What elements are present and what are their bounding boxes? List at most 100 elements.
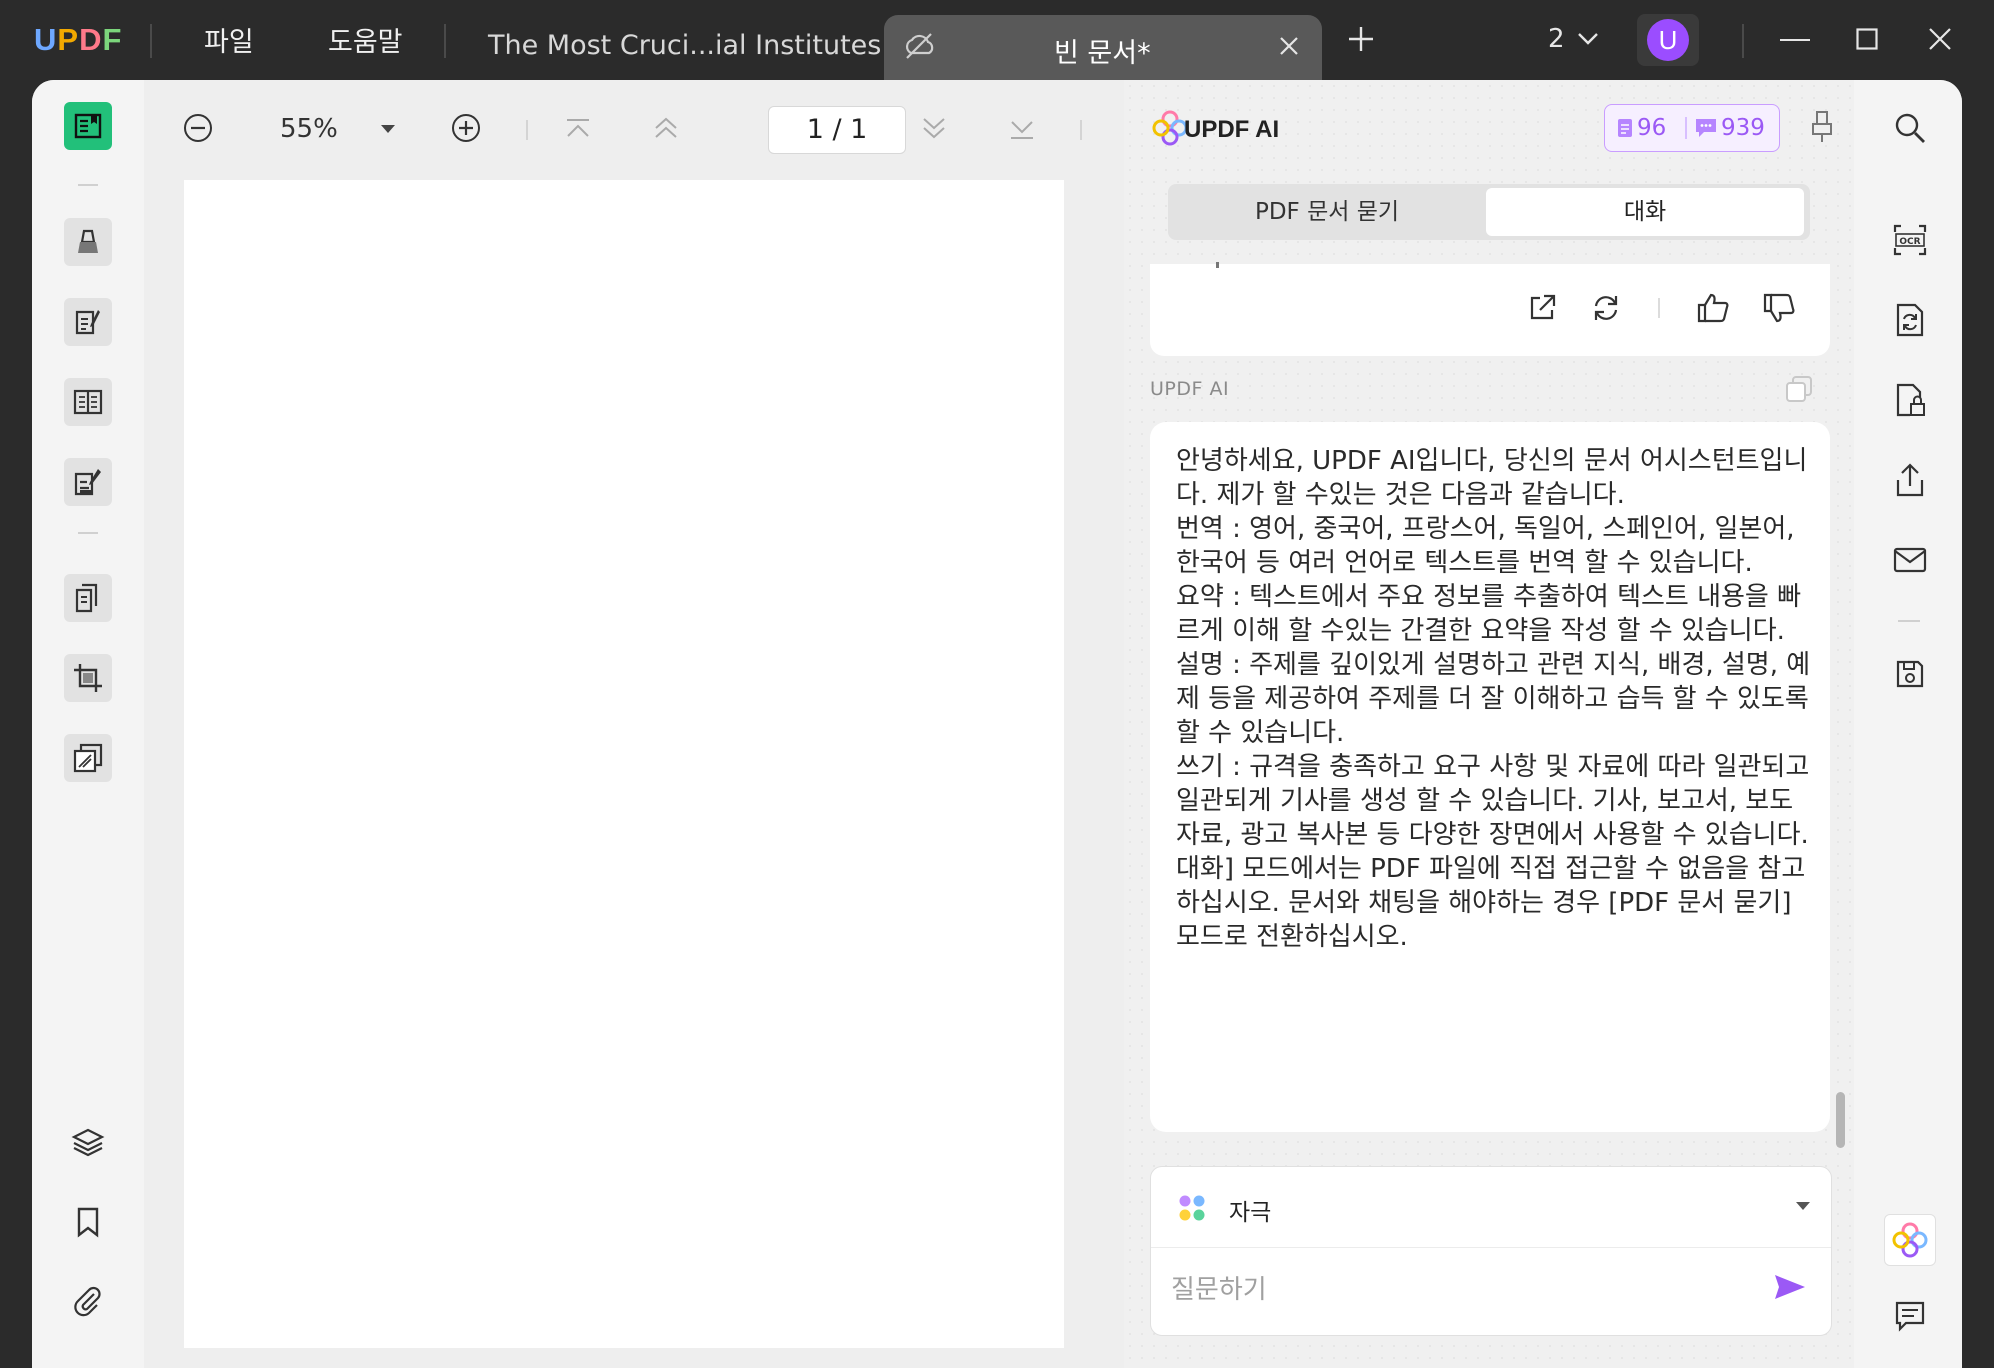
edit-pdf-button[interactable] xyxy=(64,298,112,346)
toolbar-divider xyxy=(78,184,98,186)
message-author: UPDF AI xyxy=(1150,378,1230,400)
view-toolbar: 55% 1 / 1 xyxy=(144,80,1124,180)
chat-input-card: 자극 xyxy=(1150,1166,1832,1336)
chat-credit-icon xyxy=(1695,118,1717,138)
message-paragraph: 요약 : 텍스트에서 주요 정보를 추출하여 텍스트 내용을 빠르게 이해 할 … xyxy=(1176,582,1802,646)
toolbar-divider xyxy=(1898,620,1920,622)
watermark-button[interactable] xyxy=(64,734,112,782)
message-paragraph: 설명 : 주제를 깊이있게 설명하고 관련 지식, 배경, 설명, 예제 등을 … xyxy=(1176,650,1811,748)
ai-panel-title: UPDF AI xyxy=(1184,116,1280,143)
avatar: U xyxy=(1647,19,1689,61)
main-window: 55% 1 / 1 UPDF AI 96 939 PDF 문서 묻기 대화 UP… xyxy=(32,80,1962,1368)
first-page-icon[interactable] xyxy=(564,118,592,140)
share-button[interactable] xyxy=(1890,460,1930,500)
regenerate-icon[interactable] xyxy=(1590,292,1622,324)
comments-list-icon xyxy=(1894,1300,1926,1332)
tab-chat[interactable]: 대화 xyxy=(1486,188,1804,236)
new-tab-icon[interactable] xyxy=(1346,24,1376,54)
save-button[interactable] xyxy=(1890,654,1930,694)
layers-icon xyxy=(71,1125,105,1159)
chevron-down-icon xyxy=(1577,32,1599,46)
question-input[interactable] xyxy=(1169,1269,1733,1311)
zoom-level[interactable]: 55% xyxy=(280,114,338,144)
watermark-icon xyxy=(72,742,104,774)
reader-icon xyxy=(73,111,103,141)
email-button[interactable] xyxy=(1890,540,1930,580)
menu-help[interactable]: 도움말 xyxy=(328,20,403,59)
email-icon xyxy=(1893,546,1927,574)
title-divider xyxy=(150,24,152,58)
crop-button[interactable] xyxy=(64,654,112,702)
cursor-fragment xyxy=(1216,262,1219,268)
save-icon xyxy=(1894,658,1926,690)
comments-list-button[interactable] xyxy=(1890,1296,1930,1336)
feedback-divider xyxy=(1658,298,1660,318)
page-layout-button[interactable] xyxy=(64,378,112,426)
message-paragraph: 안녕하세요, UPDF AI입니다, 당신의 문서 어시스턴트입니다. 제가 할… xyxy=(1176,446,1808,510)
share-icon xyxy=(1894,462,1926,498)
app-logo: UPDF xyxy=(34,22,123,57)
right-toolbar: OCR xyxy=(1854,80,1962,1368)
chat-scrollbar[interactable] xyxy=(1836,1092,1845,1148)
send-icon[interactable] xyxy=(1773,1273,1807,1301)
message-paragraph: 번역 : 영어, 중국어, 프랑스어, 독일어, 스페인어, 일본어, 한국어 … xyxy=(1176,514,1795,578)
updf-ai-button[interactable] xyxy=(1884,1214,1936,1266)
edit-pdf-icon xyxy=(72,306,104,338)
comment-button[interactable] xyxy=(64,218,112,266)
menu-file[interactable]: 파일 xyxy=(204,20,254,59)
zoom-out-icon[interactable] xyxy=(182,112,214,144)
next-page-icon[interactable] xyxy=(920,116,948,140)
last-page-icon[interactable] xyxy=(1008,118,1036,140)
message-paragraph: 대화] 모드에서는 PDF 파일에 직접 접근할 수 없음을 참고하십시오. 문… xyxy=(1176,854,1806,952)
page-layout-icon xyxy=(72,386,104,418)
thumbs-up-icon[interactable] xyxy=(1696,292,1730,324)
protect-button[interactable] xyxy=(1890,380,1930,420)
prompt-selector[interactable]: 자극 xyxy=(1151,1167,1831,1248)
share-response-icon[interactable] xyxy=(1526,292,1558,324)
organize-pages-button[interactable] xyxy=(64,574,112,622)
zoom-dropdown-icon[interactable] xyxy=(380,124,396,134)
page-number-input[interactable]: 1 / 1 xyxy=(768,106,906,154)
close-tab-icon[interactable] xyxy=(1278,35,1300,57)
pdf-page[interactable] xyxy=(184,180,1064,1348)
pin-icon[interactable] xyxy=(1810,110,1834,144)
bookmark-icon xyxy=(75,1206,101,1238)
layers-button[interactable] xyxy=(66,1120,110,1164)
user-avatar-button[interactable]: U xyxy=(1637,14,1699,66)
reader-button[interactable] xyxy=(64,102,112,150)
convert-icon xyxy=(1894,302,1926,338)
ai-mode-tabs: PDF 문서 묻기 대화 xyxy=(1168,184,1810,240)
thumbs-down-icon[interactable] xyxy=(1762,292,1796,324)
form-button[interactable] xyxy=(64,458,112,506)
bookmark-button[interactable] xyxy=(66,1200,110,1244)
tab-label: 빈 문서* xyxy=(1054,38,1151,69)
ocr-button[interactable]: OCR xyxy=(1890,220,1930,260)
message-paragraph: 쓰기 : 규격을 충족하고 요구 사항 및 자료에 따라 일관되고 일관되게 기… xyxy=(1176,752,1810,850)
unsynced-cloud-icon xyxy=(902,31,936,61)
title-bar: UPDF 파일 도움말 The Most Cruci...ial Institu… xyxy=(0,0,1994,80)
title-divider xyxy=(1742,24,1744,58)
maximize-icon[interactable] xyxy=(1856,28,1878,50)
convert-button[interactable] xyxy=(1890,300,1930,340)
tab-ask-pdf[interactable]: PDF 문서 묻기 xyxy=(1172,188,1482,236)
window-count: 2 xyxy=(1548,24,1565,54)
copy-icon[interactable] xyxy=(1784,374,1814,404)
previous-message-card xyxy=(1150,262,1830,356)
updf-ai-logo-icon xyxy=(1152,110,1188,146)
window-switcher[interactable]: 2 xyxy=(1548,24,1599,54)
prompt-dots-icon xyxy=(1177,1193,1207,1223)
tab-blank-document[interactable]: 빈 문서* xyxy=(884,15,1322,80)
toolbar-divider xyxy=(78,532,98,534)
tab-document-institutes[interactable]: The Most Cruci...ial Institutes xyxy=(488,30,881,61)
document-credit-icon xyxy=(1617,118,1633,138)
toolbar-divider xyxy=(1080,120,1082,140)
credits-badge[interactable]: 96 939 xyxy=(1604,104,1780,152)
close-window-icon[interactable] xyxy=(1928,27,1952,51)
chevron-down-icon xyxy=(1795,1201,1811,1211)
previous-page-icon[interactable] xyxy=(652,116,680,140)
minimize-icon[interactable] xyxy=(1780,38,1810,42)
search-button[interactable] xyxy=(1890,108,1930,148)
attachment-button[interactable] xyxy=(66,1280,110,1324)
zoom-in-icon[interactable] xyxy=(450,112,482,144)
document-credits: 96 xyxy=(1637,115,1667,141)
